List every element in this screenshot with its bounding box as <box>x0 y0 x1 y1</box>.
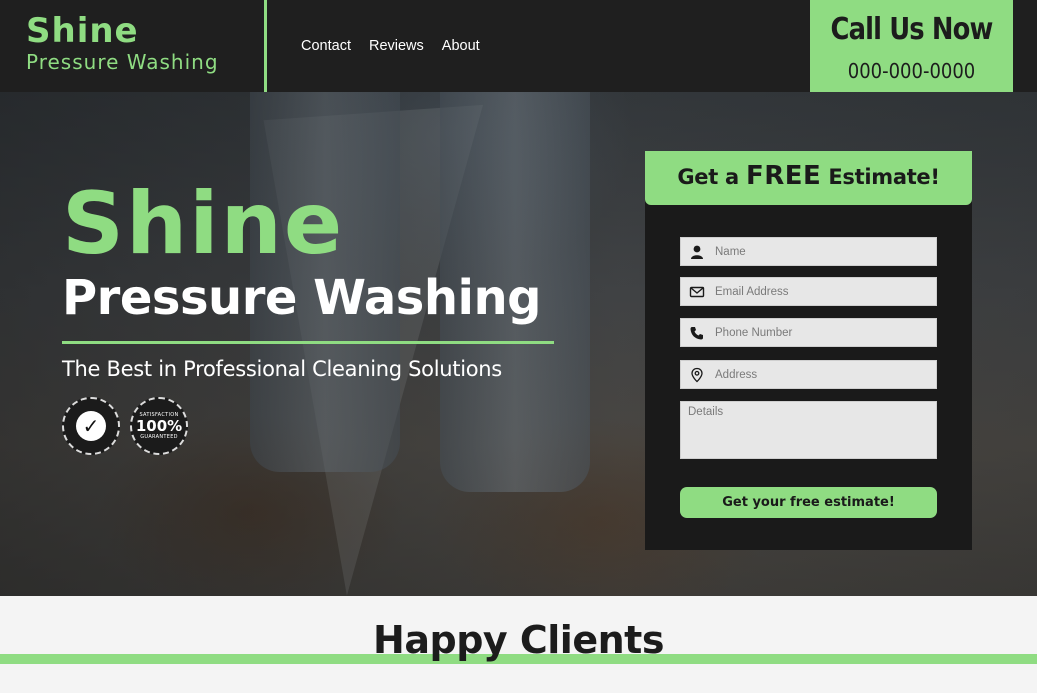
name-input[interactable] <box>715 238 930 265</box>
call-us-title: Call Us Now <box>830 12 993 47</box>
phone-field <box>680 318 937 347</box>
site-header: Shine Pressure Washing Contact Reviews A… <box>0 0 1037 109</box>
hero-title: Shine <box>62 174 345 274</box>
brand-name: Shine <box>26 11 139 51</box>
user-icon <box>691 245 703 259</box>
estimate-form-heading: Get a FREE Estimate! <box>645 151 972 205</box>
name-field <box>680 237 937 266</box>
submit-estimate-button[interactable]: Get your free estimate! <box>680 487 937 518</box>
heading-get-a: Get a <box>677 165 739 189</box>
licensed-insured-badge: ✓ <box>62 397 120 455</box>
happy-clients-section: Happy Clients <box>0 596 1037 693</box>
call-phone-number[interactable]: 000-000-0000 <box>820 59 1003 83</box>
badge-percent: 100% <box>135 417 183 435</box>
happy-clients-title: Happy Clients <box>373 618 664 662</box>
badge-guaranteed-text: GUARANTEED <box>140 434 178 440</box>
heading-free: FREE <box>745 161 822 191</box>
hero-divider <box>62 341 554 344</box>
phone-icon <box>690 327 703 340</box>
main-nav: Contact Reviews About <box>301 38 480 54</box>
details-textarea[interactable] <box>688 406 930 456</box>
phone-input[interactable] <box>715 319 930 346</box>
mail-icon <box>689 286 705 298</box>
nav-about-link[interactable]: About <box>442 38 480 54</box>
heading-estimate: Estimate! <box>828 165 940 189</box>
satisfaction-guaranteed-badge: SATISFACTION 100% GUARANTEED <box>130 397 188 455</box>
address-field <box>680 360 937 389</box>
header-divider <box>264 0 267 92</box>
hero-tagline: The Best in Professional Cleaning Soluti… <box>62 357 502 381</box>
check-icon: ✓ <box>76 411 106 441</box>
nav-reviews-link[interactable]: Reviews <box>369 38 424 54</box>
nav-contact-link[interactable]: Contact <box>301 38 351 54</box>
hero-section: Shine Pressure Washing The Best in Profe… <box>0 92 1037 596</box>
estimate-form: Get a FREE Estimate! Get your free estim… <box>645 151 972 550</box>
address-input[interactable] <box>715 361 930 388</box>
hero-subtitle: Pressure Washing <box>62 270 542 326</box>
email-input[interactable] <box>715 278 930 305</box>
brand-logo[interactable]: Shine Pressure Washing <box>26 12 219 74</box>
email-field <box>680 277 937 306</box>
details-field <box>680 401 937 459</box>
location-pin-icon <box>691 367 703 383</box>
brand-tagline: Pressure Washing <box>26 50 219 74</box>
